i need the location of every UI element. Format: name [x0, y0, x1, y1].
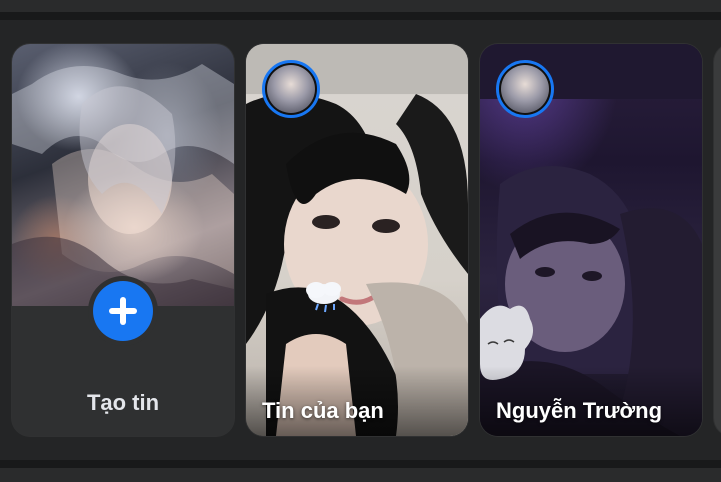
avatar-icon — [501, 65, 549, 113]
create-story-card[interactable]: Tạo tin — [12, 44, 234, 436]
story-owner-name: Nguyễn Trường — [496, 398, 663, 423]
story-card-nguyen-truong[interactable]: Nguyễn Trường — [480, 44, 702, 436]
create-story-button[interactable] — [93, 281, 153, 341]
story-avatar — [496, 60, 554, 118]
story-avatar — [262, 60, 320, 118]
plus-icon — [109, 297, 137, 325]
bottom-strip — [0, 468, 721, 482]
story-owner-name: Tin của bạn — [262, 398, 384, 423]
top-strip — [0, 0, 721, 12]
story-card-partial[interactable] — [714, 44, 721, 436]
section-divider — [0, 460, 721, 468]
create-story-label: Tạo tin — [86, 390, 160, 415]
avatar-icon — [267, 65, 315, 113]
profile-photo — [12, 44, 234, 306]
story-card-your-story[interactable]: Tin của bạn — [246, 44, 468, 436]
section-divider — [0, 12, 721, 20]
